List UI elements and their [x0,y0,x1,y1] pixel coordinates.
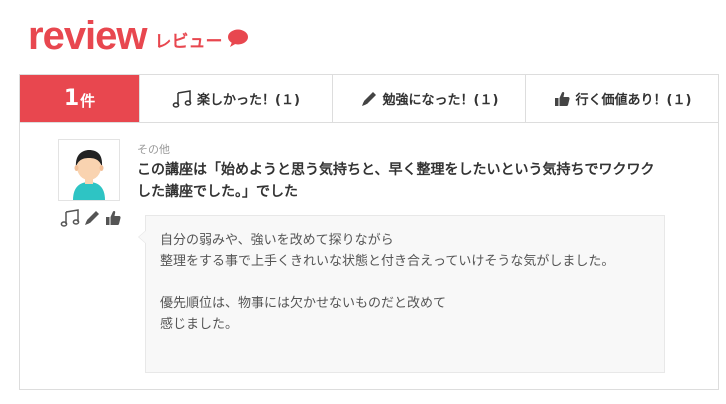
avatar [58,139,120,201]
tab-learned-label: 勉強になった！(１) [382,93,499,108]
comment-paragraph: 自分の弱みや、強いを改めて探りながら 整理をする事で上手くきれいな状態と付き合え… [160,233,615,269]
pencil-icon [360,90,378,108]
tab-worth-going-label: 行く価値あり！(１) [575,93,692,108]
review-subtitle: レビュー [154,32,223,52]
review-panel: 1 件 楽しかった！(１) 勉強になった！(１) 行く価値あり！(１) その他 … [19,74,719,390]
review-comment: 自分の弱みや、強いを改めて探りながら 整理をする事で上手くきれいな状態と付き合え… [138,215,665,373]
speech-bubble-icon [227,29,249,51]
review-count: 1 [63,85,80,111]
review-count-unit: 件 [80,92,96,110]
reaction-icons [60,209,122,231]
review-count-tab[interactable]: 1 件 [20,75,139,122]
thumbs-up-icon [104,209,122,231]
tab-fun-label: 楽しかった！(１) [197,93,300,108]
review-tabs: 1 件 楽しかった！(１) 勉強になった！(１) 行く価値あり！(１) [20,75,718,123]
review-category: その他 [137,143,170,156]
music-note-icon [172,89,192,108]
tab-worth-going[interactable]: 行く価値あり！(１) [525,75,718,122]
comment-paragraph: 優先順位は、物事には欠かせないものだと改めて 感じました。 [160,296,447,332]
thumbs-up-icon [553,90,571,108]
review-logo: review [28,14,148,58]
tab-fun[interactable]: 楽しかった！(１) [139,75,332,122]
review-title: この講座は「始めようと思う気持ちと、早く整理をしたいという気持ちでワクワクした講… [137,162,655,200]
pencil-icon [83,209,101,231]
page-header: review レビュー [28,10,249,56]
tab-learned[interactable]: 勉強になった！(１) [332,75,525,122]
music-note-icon [60,209,80,231]
